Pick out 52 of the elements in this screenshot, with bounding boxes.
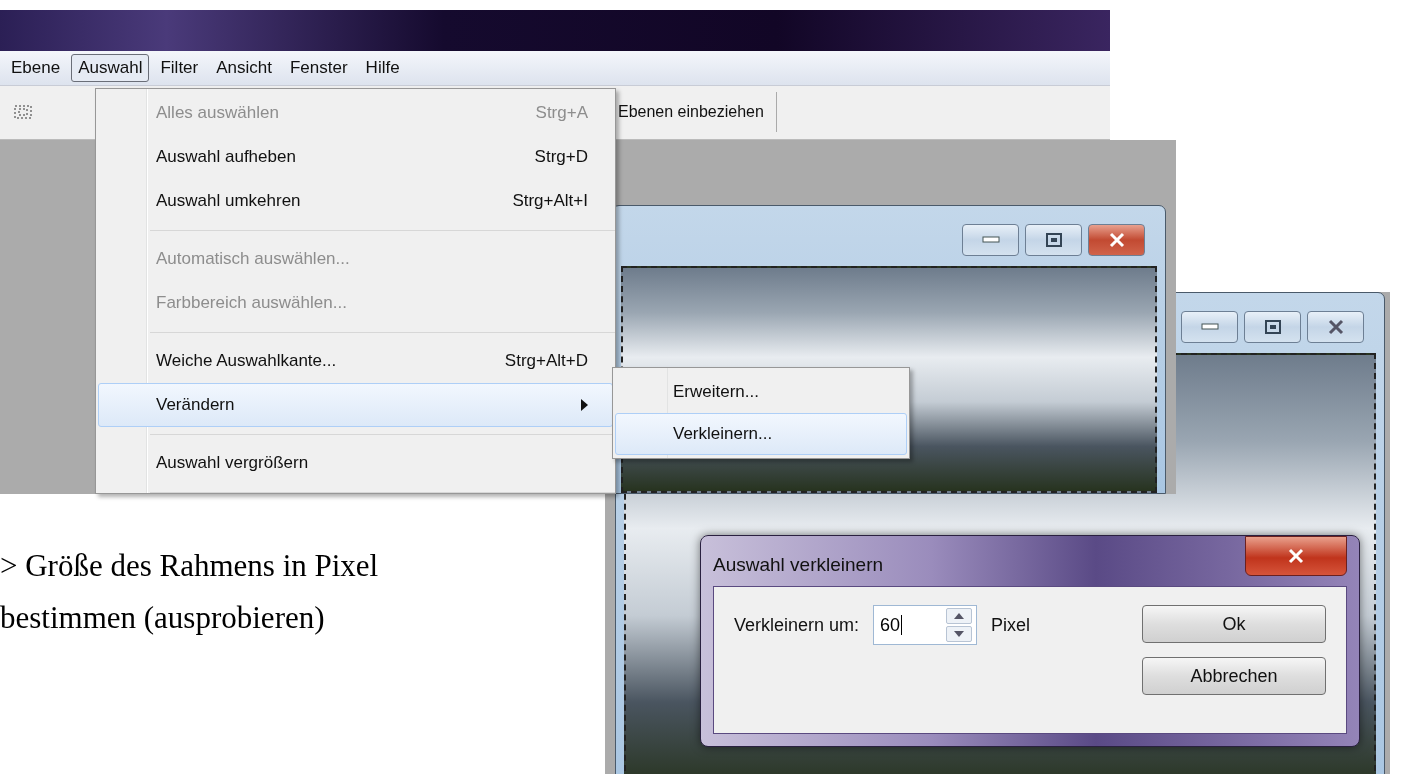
shortcut-label: Strg+Alt+I: [512, 191, 588, 211]
maximize-icon: [1264, 320, 1281, 334]
menu-item-label: Alles auswählen: [156, 103, 280, 123]
menu-bar-item[interactable]: Ansicht: [209, 54, 279, 83]
menu-bar-item[interactable]: Filter: [153, 54, 206, 83]
dialog-title: Auswahl verkleinern: [713, 554, 884, 576]
menu-item-label: Automatisch auswählen...: [156, 249, 351, 269]
menu-item-label: Auswahl umkehren: [156, 191, 302, 211]
menu-bar-item[interactable]: Ebene: [4, 54, 68, 83]
menu-item[interactable]: Verkleinern...: [615, 413, 907, 455]
menu-item[interactable]: Auswahl umkehren Strg+Alt+I: [98, 179, 613, 223]
minimize-icon: [1200, 323, 1219, 331]
minimize-button[interactable]: [1181, 311, 1238, 343]
menu-item-label: Verändern: [156, 395, 236, 415]
maximize-icon: [1045, 233, 1062, 247]
maximize-button[interactable]: [1025, 224, 1082, 256]
close-button[interactable]: [1088, 224, 1145, 256]
close-button[interactable]: [1307, 311, 1364, 343]
close-icon: [1287, 548, 1305, 564]
close-button[interactable]: [1245, 536, 1347, 576]
shortcut-label: Strg+Alt+D: [504, 351, 588, 371]
maximize-button[interactable]: [1244, 311, 1301, 343]
shortcut-label: Strg+A: [535, 103, 588, 123]
field-label: Verkleinern um:: [734, 615, 860, 636]
menu-item-label: Auswahl vergrößern: [156, 453, 310, 473]
toolbar-option-label[interactable]: Ebenen einbeziehen: [618, 92, 777, 133]
menu-item[interactable]: Erweitern...: [615, 371, 907, 413]
spin-down-button[interactable]: [946, 626, 973, 642]
menu-item[interactable]: Auswahl vergrößern: [98, 441, 613, 485]
menu-bar-item[interactable]: Hilfe: [358, 54, 407, 83]
dialog-button[interactable]: Ok: [1142, 605, 1326, 643]
menu-bar-item[interactable]: Auswahl: [71, 54, 150, 83]
down-arrow-icon: [954, 631, 965, 637]
shortcut-label: Strg+D: [534, 147, 588, 167]
menu-item[interactable]: Weiche Auswahlkante... Strg+Alt+D: [98, 339, 613, 383]
spin-up-button[interactable]: [946, 608, 973, 624]
menu-item-label: Farbbereich auswählen...: [156, 293, 348, 313]
caption-text: > Größe des Rahmens in Pixel bestimmen (ausprobieren): [0, 547, 379, 637]
up-arrow-icon: [954, 613, 965, 619]
menu-item-label: Auswahl aufheben: [156, 147, 297, 167]
minimize-button[interactable]: [962, 224, 1019, 256]
dialog-button[interactable]: Abbrechen: [1142, 657, 1326, 695]
close-icon: [1107, 232, 1126, 248]
menu-bar-item[interactable]: Fenster: [282, 54, 355, 83]
minimize-icon: [981, 236, 1000, 244]
unit-label: Pixel: [991, 615, 1031, 636]
close-icon: [1326, 319, 1345, 335]
menu-item[interactable]: Auswahl aufheben Strg+D: [98, 135, 613, 179]
menu-item-label: Weiche Auswahlkante...: [156, 351, 338, 371]
menu-item[interactable]: Verändern: [98, 383, 613, 427]
submenu-arrow-icon: [581, 399, 588, 411]
number-input-field[interactable]: 60: [873, 605, 978, 645]
